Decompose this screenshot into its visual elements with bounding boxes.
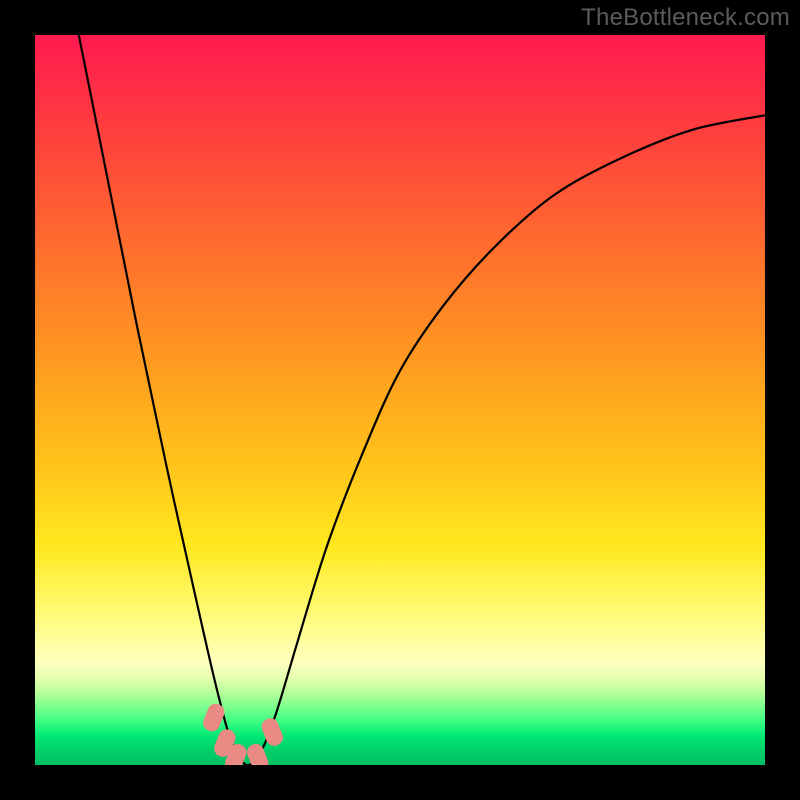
bottleneck-curve: [79, 35, 765, 765]
chart-frame: TheBottleneck.com: [0, 0, 800, 800]
marker-group: [201, 701, 286, 765]
curve-marker: [245, 742, 271, 765]
curve-marker: [259, 716, 285, 748]
plot-area: [35, 35, 765, 765]
attribution-text: TheBottleneck.com: [581, 4, 790, 32]
chart-svg: [35, 35, 765, 765]
